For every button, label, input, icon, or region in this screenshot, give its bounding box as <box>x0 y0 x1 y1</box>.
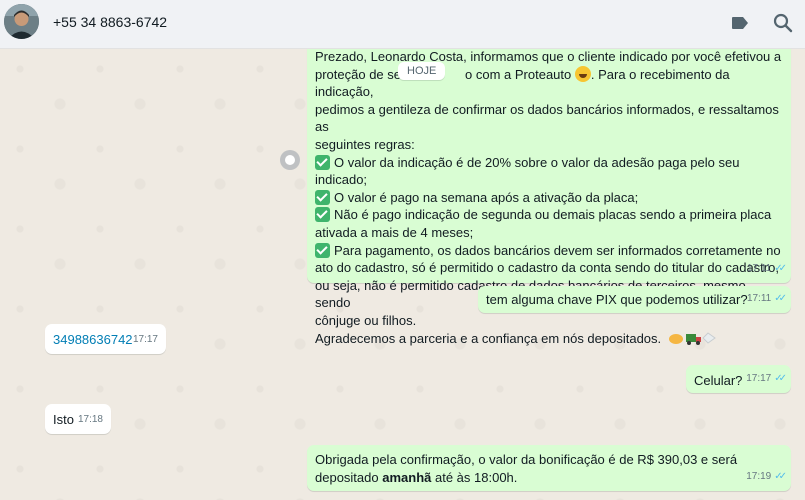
message-meta: 17:11 ✓✓ <box>746 260 787 278</box>
message-bubble-outgoing[interactable]: tem alguma chave PIX que podemos utiliza… <box>478 286 791 313</box>
reaction-emoji-icon[interactable] <box>280 150 300 170</box>
message-text: tem alguma chave PIX que podemos utiliza… <box>486 292 748 307</box>
message-line: pedimos a gentileza de confirmar os dado… <box>315 101 779 135</box>
message-text: depositado <box>315 469 383 485</box>
avatar-photo <box>4 4 39 39</box>
message-line: o com a Proteauto <box>465 66 572 82</box>
message-time: 17:17 <box>132 334 158 346</box>
message-list[interactable]: Prezado, Leonardo Costa, informamos que … <box>0 49 805 500</box>
check-mark-icon <box>315 189 330 205</box>
message-meta: 17:17 ✓✓ <box>746 370 787 388</box>
message-line: Prezado, Leonardo Costa, informamos que … <box>315 49 782 64</box>
message-line: proteção de se <box>315 66 402 82</box>
grin-emoji-icon <box>574 65 591 82</box>
read-ticks-icon: ✓✓ <box>774 373 787 385</box>
message-meta: 17:11 ✓✓ <box>746 290 787 308</box>
message-time: 17:17 <box>746 373 772 385</box>
message-meta: 17:17 <box>133 331 158 349</box>
date-chip: HOJE <box>398 62 446 80</box>
message-line: Obrigada pela confirmação, o valor da bo… <box>315 452 738 467</box>
read-ticks-icon: ✓✓ <box>774 263 787 275</box>
closing-line: Agradecemos a parceria e a confiança em … <box>315 330 662 346</box>
message-text: Celular? <box>694 373 743 388</box>
read-ticks-icon: ✓✓ <box>774 293 787 305</box>
message-bubble-outgoing[interactable]: Obrigada pela confirmação, o valor da bo… <box>307 445 791 491</box>
check-mark-icon <box>315 154 330 170</box>
message-time: 17:19 <box>746 471 772 483</box>
message-bubble-incoming[interactable]: 34988636742 17:17 <box>45 324 166 354</box>
read-ticks-icon: ✓✓ <box>774 471 787 483</box>
message-time: 17:18 <box>77 414 103 426</box>
check-mark-icon <box>315 207 330 223</box>
contact-name[interactable]: +55 34 8863-6742 <box>53 14 167 30</box>
message-time: 17:11 <box>746 293 772 305</box>
message-time: 17:11 <box>746 263 772 275</box>
message-bubble-outgoing[interactable]: Prezado, Leonardo Costa, informamos que … <box>307 49 791 346</box>
message-line: seguintes regras: <box>315 136 415 152</box>
chat-header: +55 34 8863-6742 <box>0 0 805 49</box>
message-text: até às 18:00h. <box>431 469 518 485</box>
message-meta: 17:18 <box>78 411 103 429</box>
message-meta: 17:19 ✓✓ <box>746 468 787 486</box>
rule-line: O valor é pago na semana após a ativação… <box>334 189 639 205</box>
message-text: Isto <box>53 412 74 427</box>
rule-line: Não é pago indicação de segunda ou demai… <box>334 207 772 223</box>
phone-number-link[interactable]: 34988636742 <box>53 332 133 347</box>
check-mark-icon <box>315 242 330 258</box>
handshake-truck-emoji-icon <box>668 331 716 345</box>
rule-line: O valor da indicação é de 20% sobre o va… <box>315 154 740 188</box>
avatar[interactable] <box>4 4 39 39</box>
message-bubble-outgoing[interactable]: Celular? 17:17 ✓✓ <box>686 365 791 393</box>
message-bubble-incoming[interactable]: Isto 17:18 <box>45 404 111 434</box>
bold-text: amanhã <box>382 469 432 485</box>
rule-line: cônjuge ou filhos. <box>315 312 417 328</box>
rule-line: Para pagamento, os dados bancários devem… <box>334 242 781 258</box>
rule-line: ativada a mais de 4 meses; <box>315 224 474 240</box>
tag-icon[interactable] <box>729 12 751 34</box>
search-icon[interactable] <box>772 12 794 34</box>
rule-line: ato do cadastro, só é permitido o cadast… <box>315 260 779 276</box>
